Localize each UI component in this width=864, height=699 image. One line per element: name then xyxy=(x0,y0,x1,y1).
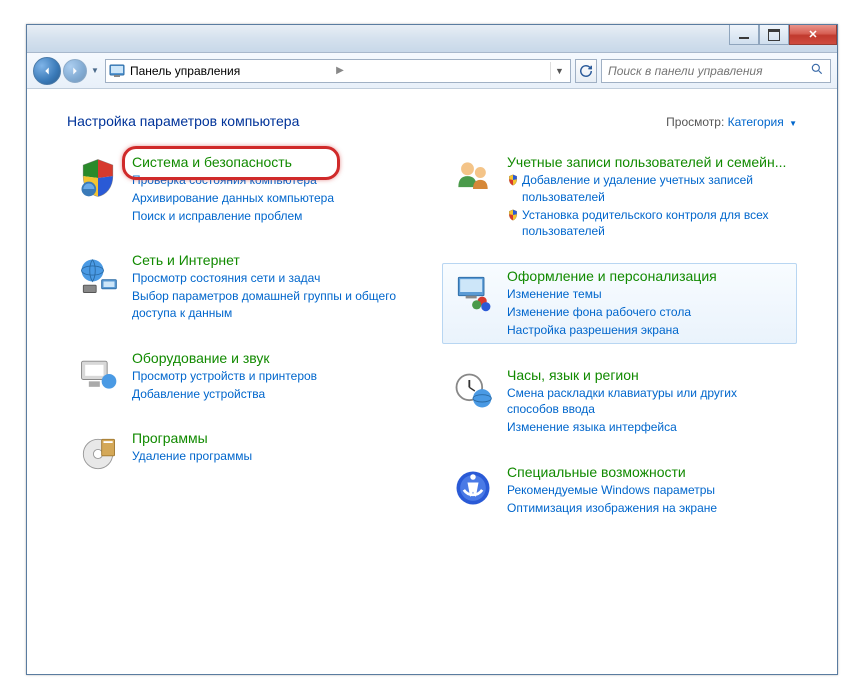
sublink[interactable]: Проверка состояния компьютера xyxy=(132,172,415,189)
minimize-button[interactable] xyxy=(729,25,759,45)
category-users: Учетные записи пользователей и семейн...… xyxy=(442,149,797,245)
search-input[interactable] xyxy=(608,64,810,78)
sublink[interactable]: Смена раскладки клавиатуры или других сп… xyxy=(507,385,790,419)
clock-icon xyxy=(449,367,497,415)
view-dropdown[interactable]: Категория ▼ xyxy=(728,115,797,129)
ease-icon xyxy=(449,464,497,512)
sublink[interactable]: Удаление программы xyxy=(132,448,415,465)
category-title[interactable]: Специальные возможности xyxy=(507,464,790,480)
sublink[interactable]: Просмотр устройств и принтеров xyxy=(132,368,415,385)
sublink[interactable]: Настройка разрешения экрана xyxy=(507,322,790,339)
category-ease: Специальные возможности Рекомендуемые Win… xyxy=(442,459,797,522)
sublink[interactable]: Установка родительского контроля для все… xyxy=(507,207,790,241)
category-title[interactable]: Оформление и персонализация xyxy=(507,268,790,284)
control-panel-icon xyxy=(108,62,126,80)
sublink[interactable]: Добавление устройства xyxy=(132,386,415,403)
page-title: Настройка параметров компьютера xyxy=(67,113,299,129)
navbar: ▼ Панель управления ▶ ▼ xyxy=(27,53,837,89)
address-bar[interactable]: Панель управления ▶ ▼ xyxy=(105,59,571,83)
sublink[interactable]: Выбор параметров домашней группы и общег… xyxy=(132,288,415,322)
category-programs: Программы Удаление программы xyxy=(67,425,422,483)
nav-history-dropdown[interactable]: ▼ xyxy=(89,66,101,75)
category-title[interactable]: Оборудование и звук xyxy=(132,350,415,366)
appearance-icon xyxy=(449,268,497,316)
sublink[interactable]: Изменение темы xyxy=(507,286,790,303)
shield-sec-icon xyxy=(74,154,122,202)
category-shield-sec: Система и безопасность Проверка состояния… xyxy=(67,149,422,229)
sublink[interactable]: Рекомендуемые Windows параметры xyxy=(507,482,790,499)
titlebar xyxy=(27,25,837,53)
search-box[interactable] xyxy=(601,59,831,83)
hardware-icon xyxy=(74,350,122,398)
sublink[interactable]: Поиск и исправление проблем xyxy=(132,208,415,225)
network-icon xyxy=(74,252,122,300)
category-title[interactable]: Сеть и Интернет xyxy=(132,252,415,268)
right-column: Учетные записи пользователей и семейн...… xyxy=(442,149,797,522)
sublink[interactable]: Просмотр состояния сети и задач xyxy=(132,270,415,287)
sublink[interactable]: Изменение языка интерфейса xyxy=(507,419,790,436)
nav-back-button[interactable] xyxy=(33,57,61,85)
breadcrumb-text[interactable]: Панель управления xyxy=(130,64,330,78)
close-button[interactable] xyxy=(789,25,837,45)
category-title[interactable]: Учетные записи пользователей и семейн... xyxy=(507,154,790,170)
refresh-button[interactable] xyxy=(575,59,597,83)
category-appearance: Оформление и персонализация Изменение тем… xyxy=(442,263,797,343)
search-icon[interactable] xyxy=(810,62,824,79)
breadcrumb-separator-icon[interactable]: ▶ xyxy=(330,65,350,76)
programs-icon xyxy=(74,430,122,478)
category-clock: Часы, язык и регион Смена раскладки клави… xyxy=(442,362,797,441)
category-hardware: Оборудование и звук Просмотр устройств и … xyxy=(67,345,422,408)
content-area: Настройка параметров компьютера Просмотр… xyxy=(27,89,837,674)
category-title[interactable]: Система и безопасность xyxy=(132,154,415,170)
view-control: Просмотр: Категория ▼ xyxy=(666,115,797,129)
maximize-button[interactable] xyxy=(759,25,789,45)
control-panel-window: ▼ Панель управления ▶ ▼ Настройка параме… xyxy=(26,24,838,675)
nav-forward-button[interactable] xyxy=(63,59,87,83)
category-title[interactable]: Программы xyxy=(132,430,415,446)
sublink[interactable]: Добавление и удаление учетных записей по… xyxy=(507,172,790,206)
sublink[interactable]: Архивирование данных компьютера xyxy=(132,190,415,207)
sublink[interactable]: Оптимизация изображения на экране xyxy=(507,500,790,517)
users-icon xyxy=(449,154,497,202)
category-title[interactable]: Часы, язык и регион xyxy=(507,367,790,383)
view-label: Просмотр: xyxy=(666,115,724,129)
sublink[interactable]: Изменение фона рабочего стола xyxy=(507,304,790,321)
category-network: Сеть и Интернет Просмотр состояния сети и… xyxy=(67,247,422,326)
address-dropdown-icon[interactable]: ▼ xyxy=(550,62,568,80)
left-column: Система и безопасность Проверка состояния… xyxy=(67,149,422,522)
